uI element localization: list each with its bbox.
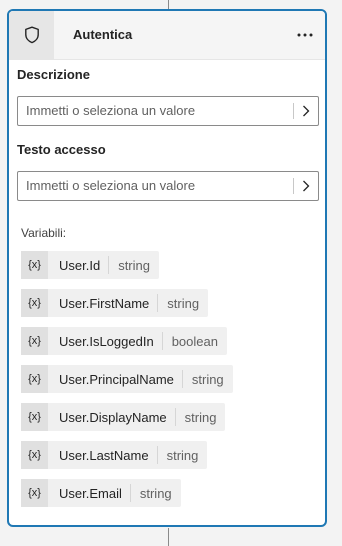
variable-icon: {x} bbox=[21, 403, 48, 431]
variable-chip-user-email[interactable]: {x} User.Email string bbox=[21, 479, 181, 507]
login-text-placeholder: Immetti o seleziona un valore bbox=[26, 178, 196, 193]
variable-name: User.PrincipalName bbox=[59, 371, 174, 387]
variable-name: User.FirstName bbox=[59, 295, 150, 311]
login-text-label: Testo accesso bbox=[17, 142, 106, 157]
variable-row: {x} User.LastName string bbox=[21, 441, 233, 469]
variable-type: string bbox=[167, 295, 200, 311]
variable-type: string bbox=[191, 371, 224, 387]
more-horizontal-icon bbox=[297, 33, 313, 37]
chevron-right-icon bbox=[303, 180, 310, 192]
variable-row: {x} User.DisplayName string bbox=[21, 403, 233, 431]
variable-type: string bbox=[118, 257, 150, 273]
variable-icon: {x} bbox=[21, 289, 48, 317]
variable-row: {x} User.FirstName string bbox=[21, 289, 233, 317]
variable-chip-user-firstname[interactable]: {x} User.FirstName string bbox=[21, 289, 209, 317]
node-type-icon-box bbox=[9, 11, 54, 59]
variable-chip-user-principalname[interactable]: {x} User.PrincipalName string bbox=[21, 365, 233, 393]
variable-row: {x} User.Id string bbox=[21, 251, 233, 279]
variable-type: boolean bbox=[171, 333, 218, 349]
variable-icon: {x} bbox=[21, 441, 48, 469]
variable-icon: {x} bbox=[21, 479, 48, 507]
variable-name: User.Email bbox=[59, 485, 122, 501]
description-placeholder: Immetti o seleziona un valore bbox=[26, 103, 196, 118]
authenticate-node-card[interactable]: Autentica Descrizione Immetti o selezion… bbox=[7, 9, 327, 527]
variable-chip-user-lastname[interactable]: {x} User.LastName string bbox=[21, 441, 208, 469]
variable-name: User.LastName bbox=[59, 447, 149, 463]
variable-chip-user-isloggedin[interactable]: {x} User.IsLoggedIn boolean bbox=[21, 327, 227, 355]
variable-row: {x} User.PrincipalName string bbox=[21, 365, 233, 393]
variable-type: string bbox=[166, 447, 199, 463]
node-title: Autentica bbox=[73, 27, 133, 42]
variable-name: User.DisplayName bbox=[59, 409, 167, 425]
more-options-button[interactable] bbox=[293, 23, 317, 47]
login-text-picker-button[interactable] bbox=[294, 172, 318, 200]
variables-list: {x} User.Id string {x} User.FirstName st… bbox=[21, 251, 233, 517]
login-text-field[interactable]: Immetti o seleziona un valore bbox=[17, 171, 319, 201]
shield-icon bbox=[24, 26, 39, 44]
variable-icon: {x} bbox=[21, 327, 48, 355]
description-field[interactable]: Immetti o seleziona un valore bbox=[17, 96, 319, 126]
description-picker-button[interactable] bbox=[294, 97, 318, 125]
variable-type: string bbox=[139, 485, 172, 501]
variable-row: {x} User.Email string bbox=[21, 479, 233, 507]
variable-name: User.IsLoggedIn bbox=[59, 333, 154, 349]
variables-label: Variabili: bbox=[21, 226, 67, 240]
variable-name: User.Id bbox=[59, 257, 101, 273]
variable-chip-user-displayname[interactable]: {x} User.DisplayName string bbox=[21, 403, 226, 431]
variable-icon: {x} bbox=[21, 365, 48, 393]
card-header: Autentica bbox=[9, 11, 325, 60]
variable-type: string bbox=[184, 409, 217, 425]
variable-chip-user-id[interactable]: {x} User.Id string bbox=[21, 251, 159, 279]
chevron-right-icon bbox=[303, 105, 310, 117]
description-label: Descrizione bbox=[17, 67, 90, 82]
variable-icon: {x} bbox=[21, 251, 48, 279]
variable-row: {x} User.IsLoggedIn boolean bbox=[21, 327, 233, 355]
flow-connector-bottom bbox=[168, 528, 169, 546]
